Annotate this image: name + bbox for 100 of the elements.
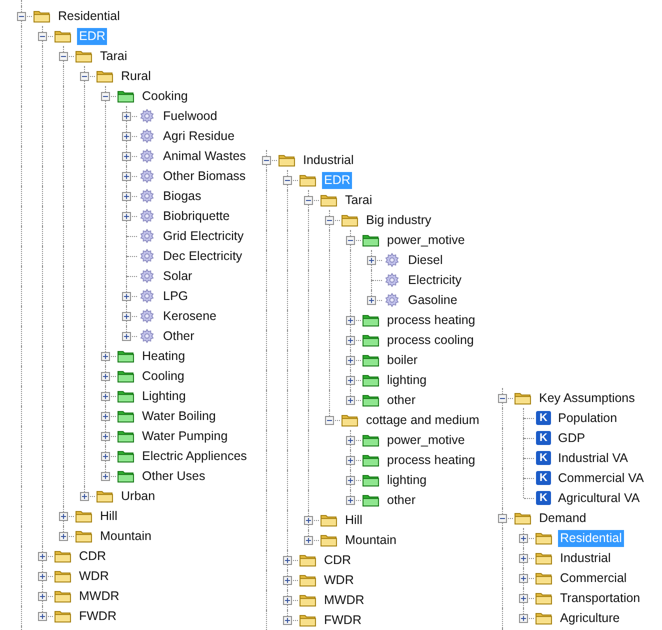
expand-button[interactable]: [283, 616, 292, 625]
tree-item[interactable]: Industrial VA: [556, 450, 630, 466]
expand-button[interactable]: [122, 292, 131, 301]
expand-button[interactable]: [519, 614, 528, 623]
expand-button[interactable]: [122, 212, 131, 221]
tree-item[interactable]: Grid Electricity: [161, 228, 246, 244]
expand-button[interactable]: [519, 594, 528, 603]
tree-item[interactable]: power_motive: [385, 232, 467, 248]
tree-item[interactable]: Cooking: [140, 88, 190, 104]
expand-button[interactable]: [101, 372, 110, 381]
tree-item[interactable]: lighting: [385, 372, 429, 388]
collapse-button[interactable]: [17, 12, 26, 21]
tree-item[interactable]: Tarai: [98, 48, 130, 64]
tree-item[interactable]: Mountain: [343, 532, 398, 548]
expand-button[interactable]: [519, 534, 528, 543]
expand-button[interactable]: [304, 536, 313, 545]
expand-button[interactable]: [346, 316, 355, 325]
expand-button[interactable]: [519, 574, 528, 583]
expand-button[interactable]: [101, 352, 110, 361]
tree-item[interactable]: Biogas: [161, 188, 204, 204]
expand-button[interactable]: [367, 296, 376, 305]
tree-item[interactable]: Fuelwood: [161, 108, 220, 124]
collapse-button[interactable]: [346, 236, 355, 245]
tree-item[interactable]: Mountain: [98, 528, 154, 544]
tree-item[interactable]: process cooling: [385, 332, 476, 348]
tree-item[interactable]: Hill: [98, 508, 120, 524]
expand-button[interactable]: [59, 532, 68, 541]
tree-item[interactable]: Other Uses: [140, 468, 208, 484]
collapse-button[interactable]: [38, 32, 47, 41]
expand-button[interactable]: [122, 332, 131, 341]
tree-item[interactable]: Cooling: [140, 368, 186, 384]
expand-button[interactable]: [122, 152, 131, 161]
tree-item[interactable]: lighting: [385, 472, 429, 488]
tree-item[interactable]: Solar: [161, 268, 194, 284]
expand-button[interactable]: [519, 554, 528, 563]
tree-item[interactable]: MWDR: [322, 592, 366, 608]
expand-button[interactable]: [346, 336, 355, 345]
expand-button[interactable]: [80, 492, 89, 501]
expand-button[interactable]: [346, 476, 355, 485]
tree-item[interactable]: other: [385, 492, 418, 508]
expand-button[interactable]: [283, 596, 292, 605]
expand-button[interactable]: [122, 312, 131, 321]
collapse-button[interactable]: [101, 92, 110, 101]
expand-button[interactable]: [346, 376, 355, 385]
tree-item[interactable]: Kerosene: [161, 308, 219, 324]
tree-item[interactable]: Agricultural VA: [556, 490, 642, 506]
tree-item[interactable]: Demand: [537, 510, 588, 526]
tree-item[interactable]: boiler: [385, 352, 420, 368]
tree-item[interactable]: Biobriquette: [161, 208, 232, 224]
tree-item[interactable]: Rural: [119, 68, 153, 84]
expand-button[interactable]: [283, 576, 292, 585]
expand-button[interactable]: [101, 412, 110, 421]
expand-button[interactable]: [101, 452, 110, 461]
tree-item[interactable]: Water Pumping: [140, 428, 230, 444]
expand-button[interactable]: [346, 436, 355, 445]
tree-item[interactable]: Urban: [119, 488, 158, 504]
collapse-button[interactable]: [325, 216, 334, 225]
expand-button[interactable]: [367, 256, 376, 265]
expand-button[interactable]: [346, 496, 355, 505]
collapse-button[interactable]: [304, 196, 313, 205]
expand-button[interactable]: [122, 112, 131, 121]
collapse-button[interactable]: [498, 394, 507, 403]
collapse-button[interactable]: [262, 156, 271, 165]
tree-item[interactable]: process heating: [385, 452, 478, 468]
tree-item[interactable]: Commercial VA: [556, 470, 646, 486]
tree-item[interactable]: cottage and medium: [364, 412, 482, 428]
tree-item[interactable]: WDR: [322, 572, 356, 588]
tree-item[interactable]: Industrial: [558, 550, 613, 566]
tree-item[interactable]: other: [385, 392, 418, 408]
tree-item[interactable]: Residential: [56, 8, 122, 24]
tree-item[interactable]: Industrial: [301, 152, 356, 168]
tree-item[interactable]: Key Assumptions: [537, 390, 637, 406]
expand-button[interactable]: [38, 552, 47, 561]
tree-item[interactable]: Commercial: [558, 570, 629, 586]
tree-item[interactable]: process heating: [385, 312, 478, 328]
tree-item[interactable]: CDR: [322, 552, 354, 568]
tree-item[interactable]: Dec Electricity: [161, 248, 244, 264]
tree-item[interactable]: Transportation: [558, 590, 642, 606]
tree-item[interactable]: Other: [161, 328, 196, 344]
tree-item[interactable]: WDR: [77, 568, 111, 584]
tree-item[interactable]: FWDR: [77, 608, 118, 624]
expand-button[interactable]: [283, 556, 292, 565]
expand-button[interactable]: [122, 192, 131, 201]
expand-button[interactable]: [304, 516, 313, 525]
tree-item[interactable]: Hill: [343, 512, 364, 528]
tree-item[interactable]: Diesel: [406, 252, 445, 268]
tree-item[interactable]: Electric Appliences: [140, 448, 249, 464]
expand-button[interactable]: [101, 472, 110, 481]
collapse-button[interactable]: [59, 52, 68, 61]
collapse-button[interactable]: [325, 416, 334, 425]
tree-item[interactable]: Water Boiling: [140, 408, 218, 424]
expand-button[interactable]: [346, 356, 355, 365]
expand-button[interactable]: [122, 132, 131, 141]
tree-item[interactable]: power_motive: [385, 432, 467, 448]
collapse-button[interactable]: [498, 514, 507, 523]
expand-button[interactable]: [122, 172, 131, 181]
tree-item[interactable]: Big industry: [364, 212, 434, 228]
tree-item[interactable]: Population: [556, 410, 620, 426]
tree-item[interactable]: Electricity: [406, 272, 464, 288]
expand-button[interactable]: [38, 592, 47, 601]
